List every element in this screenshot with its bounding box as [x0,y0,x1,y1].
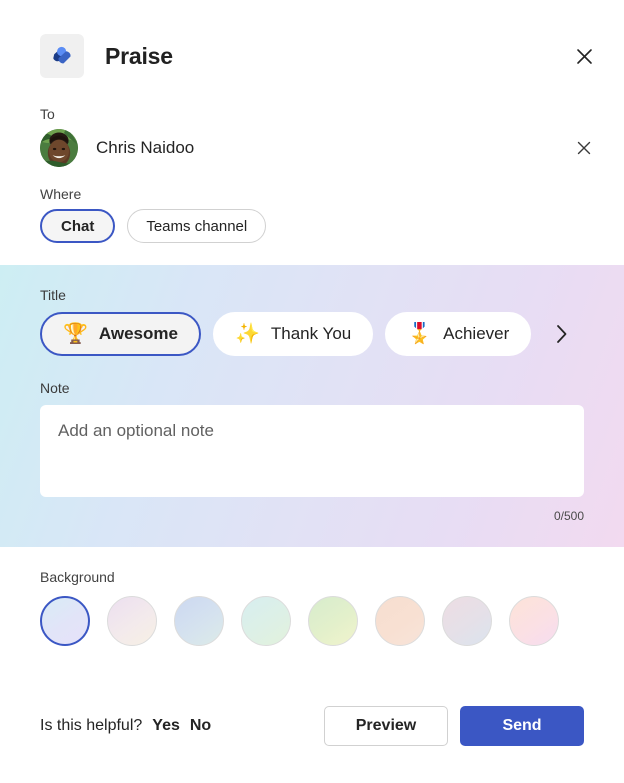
close-icon [576,48,592,64]
background-swatch-mint-teal[interactable] [241,596,291,646]
background-swatch-pink-cream[interactable] [107,596,157,646]
praise-dialog: Praise To Chris Naidoo Where Chat Teams … [0,0,624,783]
next-badges-button[interactable] [547,318,575,350]
to-label: To [40,106,55,122]
title-label: Title [40,287,66,303]
trophy-icon: 🏆 [63,323,88,345]
background-label: Background [40,569,115,585]
background-swatches [40,596,584,646]
close-icon [577,141,591,155]
dialog-header: Praise [0,0,624,82]
page-title: Praise [105,42,173,69]
background-swatch-rose-gray[interactable] [442,596,492,646]
title-badge-label: Achiever [443,324,510,343]
helpful-yes-button[interactable]: Yes [142,717,180,735]
note-char-count: 0/500 [553,509,584,523]
note-input[interactable] [40,405,584,497]
title-badge-label: Awesome [98,324,178,343]
praise-card-preview: Title 🏆 Awesome ✨ Thank You 🎖️ Achiever … [0,265,624,547]
footer-actions: Preview Send [324,706,584,746]
title-badge-awesome[interactable]: 🏆 Awesome [40,312,201,356]
close-button[interactable] [568,40,600,72]
background-swatch-peach-orange[interactable] [375,596,425,646]
title-badge-achiever[interactable]: 🎖️ Achiever [385,312,532,356]
where-section: Where Chat Teams channel [0,167,624,243]
praise-app-icon [40,34,84,78]
where-options: Chat Teams channel [40,209,600,243]
sparkles-icon: ✨ [234,323,260,345]
recipient-row: Chris Naidoo [40,129,600,167]
where-label: Where [40,186,82,202]
where-option-teams-channel[interactable]: Teams channel [127,209,267,243]
helpful-no-button[interactable]: No [180,717,211,735]
medal-icon: 🎖️ [407,323,433,345]
title-badge-thank-you[interactable]: ✨ Thank You [212,312,374,356]
preview-button[interactable]: Preview [324,706,448,746]
avatar [40,129,78,167]
title-badge-label: Thank You [270,324,352,343]
background-swatch-green-lime[interactable] [308,596,358,646]
to-section: To Chris Naidoo [0,82,624,167]
recipient-name: Chris Naidoo [96,138,195,157]
background-swatch-blue-steel[interactable] [174,596,224,646]
note-label: Note [40,380,70,396]
where-option-chat[interactable]: Chat [40,209,116,243]
chevron-right-icon [556,325,567,343]
background-section: Background [0,547,624,646]
background-swatch-lavender-blue[interactable] [40,596,90,646]
background-swatch-peach-pink[interactable] [509,596,559,646]
dialog-footer: Is this helpful? Yes No Preview Send [0,706,624,783]
helpful-question: Is this helpful? [40,717,143,734]
send-button[interactable]: Send [460,706,584,746]
title-badge-options: 🏆 Awesome ✨ Thank You 🎖️ Achiever [40,312,584,356]
remove-recipient-button[interactable] [568,132,600,164]
